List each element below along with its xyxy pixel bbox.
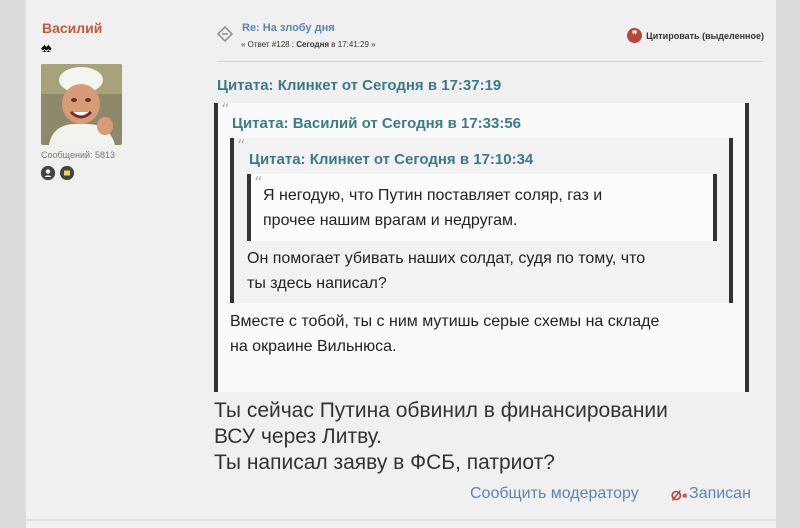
report-moderator-link[interactable]: Сообщить модератору bbox=[470, 485, 639, 503]
quote-button[interactable]: ❞ Цитировать (выделенное) bbox=[627, 28, 764, 43]
reply-meta: « Ответ #128 : Сегодня в 17:41:29 » bbox=[241, 40, 376, 49]
quote-icon: ❞ bbox=[627, 28, 643, 43]
outer-quote-text: Вместе с тобой, ты с ним мутишь серые сх… bbox=[230, 309, 659, 359]
topic-title-link[interactable]: Re: На злобу дня bbox=[242, 22, 335, 34]
inner-quote-text: Я негодую, что Путин поставляет соляр, г… bbox=[263, 183, 602, 233]
quote-line: прочее нашим врагам и недругам. bbox=[263, 212, 518, 229]
post-line: ВСУ через Литву. bbox=[214, 425, 382, 448]
post-line: Ты сейчас Путина обвинил в финансировани… bbox=[214, 399, 668, 422]
post-line: Ты написал заяву в ФСБ, патриот? bbox=[214, 451, 555, 474]
header-divider bbox=[217, 61, 762, 62]
post-body: Ты сейчас Путина обвинил в финансировани… bbox=[214, 398, 668, 476]
message-icon[interactable] bbox=[60, 166, 74, 180]
quote-line: ты здесь написал? bbox=[247, 275, 387, 292]
quote-cite-outer[interactable]: Цитата: Клинкет от Сегодня в 17:37:19 bbox=[217, 77, 501, 94]
quote-button-label: Цитировать (выделенное) bbox=[646, 30, 764, 41]
quote-cite-inner[interactable]: Цитата: Клинкет от Сегодня в 17:10:34 bbox=[249, 151, 533, 168]
poster-name[interactable]: Василий bbox=[42, 20, 102, 36]
quote-line: Я негодую, что Путин поставляет соляр, г… bbox=[263, 187, 603, 204]
profile-icon[interactable] bbox=[41, 166, 55, 180]
logged-icon: ⵁ⁌ bbox=[671, 489, 688, 503]
quote-line: Он помогает убивать наших солдат, судя п… bbox=[247, 250, 646, 267]
rank-icons: ♠♠ bbox=[41, 40, 52, 55]
quote-cite-middle[interactable]: Цитата: Василий от Сегодня в 17:33:56 bbox=[232, 115, 521, 132]
quote-mark-icon: “ bbox=[254, 173, 263, 192]
avatar[interactable] bbox=[41, 64, 122, 145]
quote-mark-icon: “ bbox=[237, 136, 246, 155]
logged-link[interactable]: Записан bbox=[689, 485, 751, 503]
quote-line: на окраине Вильнюса. bbox=[230, 338, 397, 355]
quote-line: Вместе с тобой, ты с ним мутишь серые сх… bbox=[230, 313, 660, 330]
middle-quote-text: Он помогает убивать наших солдат, судя п… bbox=[247, 246, 645, 296]
topic-icon bbox=[216, 25, 234, 43]
quote-mark-icon: “ bbox=[221, 100, 230, 119]
post-bottom-divider bbox=[26, 519, 776, 521]
posts-count: Сообщений: 5813 bbox=[41, 150, 116, 160]
